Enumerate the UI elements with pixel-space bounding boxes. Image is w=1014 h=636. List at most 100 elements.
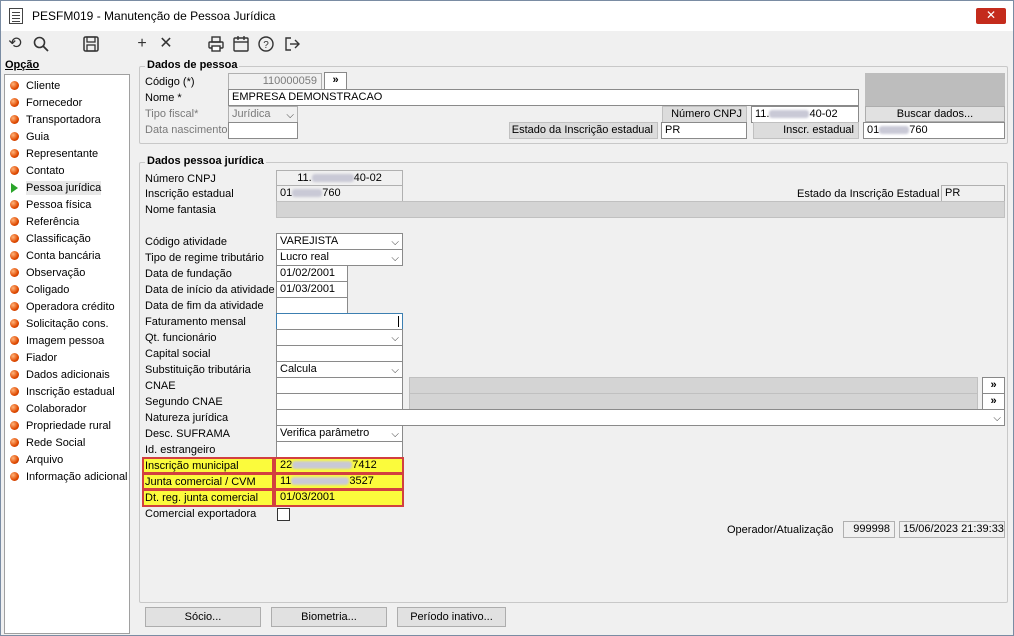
pj-insc-est-field[interactable]: 01 760 bbox=[276, 185, 403, 202]
id-estrangeiro-field[interactable] bbox=[276, 441, 403, 458]
estado-ie-label: Estado da Inscrição estadual bbox=[509, 122, 658, 139]
junta-label: Junta comercial / CVM bbox=[145, 476, 256, 488]
pj-estado-ie-field[interactable]: PR bbox=[941, 185, 1005, 202]
sidebar-item-fornecedor[interactable]: Fornecedor bbox=[5, 94, 129, 111]
tipo-fiscal-select[interactable]: Jurídica ⌵ bbox=[228, 106, 298, 123]
sidebar-item-solicitação-cons-[interactable]: Solicitação cons. bbox=[5, 315, 129, 332]
estado-ie-field[interactable]: PR bbox=[661, 122, 747, 139]
title-bar: PESFM019 - Manutenção de Pessoa Jurídica… bbox=[1, 1, 1013, 31]
sidebar-item-cliente[interactable]: Cliente bbox=[5, 77, 129, 94]
seg-cnae-description bbox=[409, 393, 978, 410]
codigo-lookup-button[interactable]: » bbox=[324, 72, 347, 90]
biometria-button[interactable]: Biometria... bbox=[271, 607, 387, 627]
data-inicio-field[interactable]: 01/03/2001 bbox=[276, 281, 348, 298]
seg-cnae-lookup-button[interactable]: » bbox=[982, 393, 1005, 410]
socio-button[interactable]: Sócio... bbox=[145, 607, 261, 627]
comercial-exportadora-checkbox[interactable] bbox=[277, 508, 290, 521]
cnpj-prefix: 11. bbox=[755, 108, 770, 120]
operador-field: 999998 bbox=[843, 521, 895, 538]
pj-insc-prefix: 01 bbox=[280, 187, 293, 199]
add-icon[interactable]: + bbox=[133, 35, 151, 53]
inscr-estadual-field[interactable]: 01 760 bbox=[863, 122, 1005, 139]
dt-junta-field[interactable]: 01/03/2001 bbox=[277, 490, 402, 507]
sidebar-item-dados-adicionais[interactable]: Dados adicionais bbox=[5, 366, 129, 383]
sidebar-item-conta-bancária[interactable]: Conta bancária bbox=[5, 247, 129, 264]
sidebar-item-colaborador[interactable]: Colaborador bbox=[5, 400, 129, 417]
seg-cnae-field[interactable] bbox=[276, 393, 403, 410]
suframa-label: Desc. SUFRAMA bbox=[145, 428, 230, 440]
sidebar-item-coligado[interactable]: Coligado bbox=[5, 281, 129, 298]
close-button[interactable]: ✕ bbox=[976, 8, 1006, 24]
sidebar-item-contato[interactable]: Contato bbox=[5, 162, 129, 179]
sidebar-item-label: Fiador bbox=[26, 351, 58, 364]
codigo-atividade-select[interactable]: VAREJISTA ⌵ bbox=[276, 233, 403, 250]
chevron-down-icon: ⌵ bbox=[391, 253, 399, 264]
sidebar-item-classificação[interactable]: Classificação bbox=[5, 230, 129, 247]
insc-mun-prefix: 22 bbox=[280, 459, 293, 471]
sidebar-item-label: Referência bbox=[26, 215, 80, 228]
inscr-estadual-label: Inscr. estadual bbox=[753, 122, 859, 139]
sidebar-item-informação-adicional[interactable]: Informação adicional bbox=[5, 468, 129, 485]
bullet-icon bbox=[10, 115, 19, 124]
data-fim-field[interactable] bbox=[276, 297, 348, 314]
sidebar-item-fiador[interactable]: Fiador bbox=[5, 349, 129, 366]
seg-cnae-label: Segundo CNAE bbox=[145, 396, 223, 408]
bullet-icon bbox=[10, 251, 19, 260]
qt-funcionario-select[interactable]: ⌵ bbox=[276, 329, 403, 346]
data-inicio-label: Data de início da atividade bbox=[145, 284, 275, 296]
periodo-inativo-button[interactable]: Período inativo... bbox=[397, 607, 506, 627]
sidebar-item-referência[interactable]: Referência bbox=[5, 213, 129, 230]
subst-trib-select[interactable]: Calcula ⌵ bbox=[276, 361, 403, 378]
search-icon[interactable] bbox=[32, 35, 50, 53]
numero-cnpj-field[interactable]: 11. 40-02 bbox=[751, 106, 859, 123]
cnae-lookup-button[interactable]: » bbox=[982, 377, 1005, 394]
bullet-icon bbox=[10, 387, 19, 396]
bullet-icon bbox=[10, 472, 19, 481]
sidebar-item-inscrição-estadual[interactable]: Inscrição estadual bbox=[5, 383, 129, 400]
sidebar-item-pessoa-física[interactable]: Pessoa física bbox=[5, 196, 129, 213]
nome-fantasia-field[interactable] bbox=[276, 201, 1005, 218]
cnae-field[interactable] bbox=[276, 377, 403, 394]
data-nascimento-field[interactable] bbox=[228, 122, 298, 139]
sidebar-item-label: Solicitação cons. bbox=[26, 317, 109, 330]
sidebar-item-representante[interactable]: Representante bbox=[5, 145, 129, 162]
nome-field[interactable]: EMPRESA DEMONSTRACAO bbox=[228, 89, 859, 106]
faturamento-field[interactable] bbox=[276, 313, 403, 330]
pj-insc-suffix: 760 bbox=[322, 187, 341, 199]
natureza-select[interactable]: ⌵ bbox=[276, 409, 1005, 426]
nome-label: Nome * bbox=[145, 92, 182, 104]
chevron-down-icon: ⌵ bbox=[391, 365, 399, 376]
pj-estado-ie-label: Estado da Inscrição Estadual bbox=[797, 188, 940, 200]
suframa-select[interactable]: Verifica parâmetro ⌵ bbox=[276, 425, 403, 442]
sidebar-item-label: Transportadora bbox=[26, 113, 101, 126]
sidebar-item-rede-social[interactable]: Rede Social bbox=[5, 434, 129, 451]
window-title: PESFM019 - Manutenção de Pessoa Jurídica bbox=[32, 9, 276, 23]
sidebar-item-pessoa-jurídica[interactable]: Pessoa jurídica bbox=[5, 179, 129, 196]
sidebar-item-observação[interactable]: Observação bbox=[5, 264, 129, 281]
sidebar-item-propriedade-rural[interactable]: Propriedade rural bbox=[5, 417, 129, 434]
sidebar-item-operadora-crédito[interactable]: Operadora crédito bbox=[5, 298, 129, 315]
sidebar-item-imagem-pessoa[interactable]: Imagem pessoa bbox=[5, 332, 129, 349]
subst-trib-value: Calcula bbox=[280, 363, 317, 375]
sidebar-item-guia[interactable]: Guia bbox=[5, 128, 129, 145]
print-icon[interactable] bbox=[207, 35, 225, 53]
undo-icon[interactable]: ⟲ bbox=[6, 35, 24, 53]
chevron-down-icon: ⌵ bbox=[993, 413, 1001, 424]
sidebar-item-transportadora[interactable]: Transportadora bbox=[5, 111, 129, 128]
save-icon[interactable] bbox=[82, 35, 100, 53]
regime-select[interactable]: Lucro real ⌵ bbox=[276, 249, 403, 266]
delete-icon[interactable]: ✕ bbox=[157, 35, 175, 53]
exit-icon[interactable] bbox=[283, 35, 301, 53]
data-fundacao-field[interactable]: 01/02/2001 bbox=[276, 265, 348, 282]
calendar-icon[interactable] bbox=[232, 35, 250, 53]
buscar-dados-button[interactable]: Buscar dados... bbox=[865, 106, 1005, 122]
sidebar-item-label: Operadora crédito bbox=[26, 300, 115, 313]
codigo-field[interactable]: 110000059 bbox=[228, 73, 322, 90]
capital-social-field[interactable] bbox=[276, 345, 403, 362]
sidebar-item-label: Representante bbox=[26, 147, 99, 160]
sidebar-item-label: Observação bbox=[26, 266, 86, 279]
pj-insc-est-label: Inscrição estadual bbox=[145, 188, 234, 200]
sidebar-item-arquivo[interactable]: Arquivo bbox=[5, 451, 129, 468]
help-icon[interactable]: ? bbox=[257, 35, 275, 53]
text-cursor bbox=[398, 316, 399, 327]
